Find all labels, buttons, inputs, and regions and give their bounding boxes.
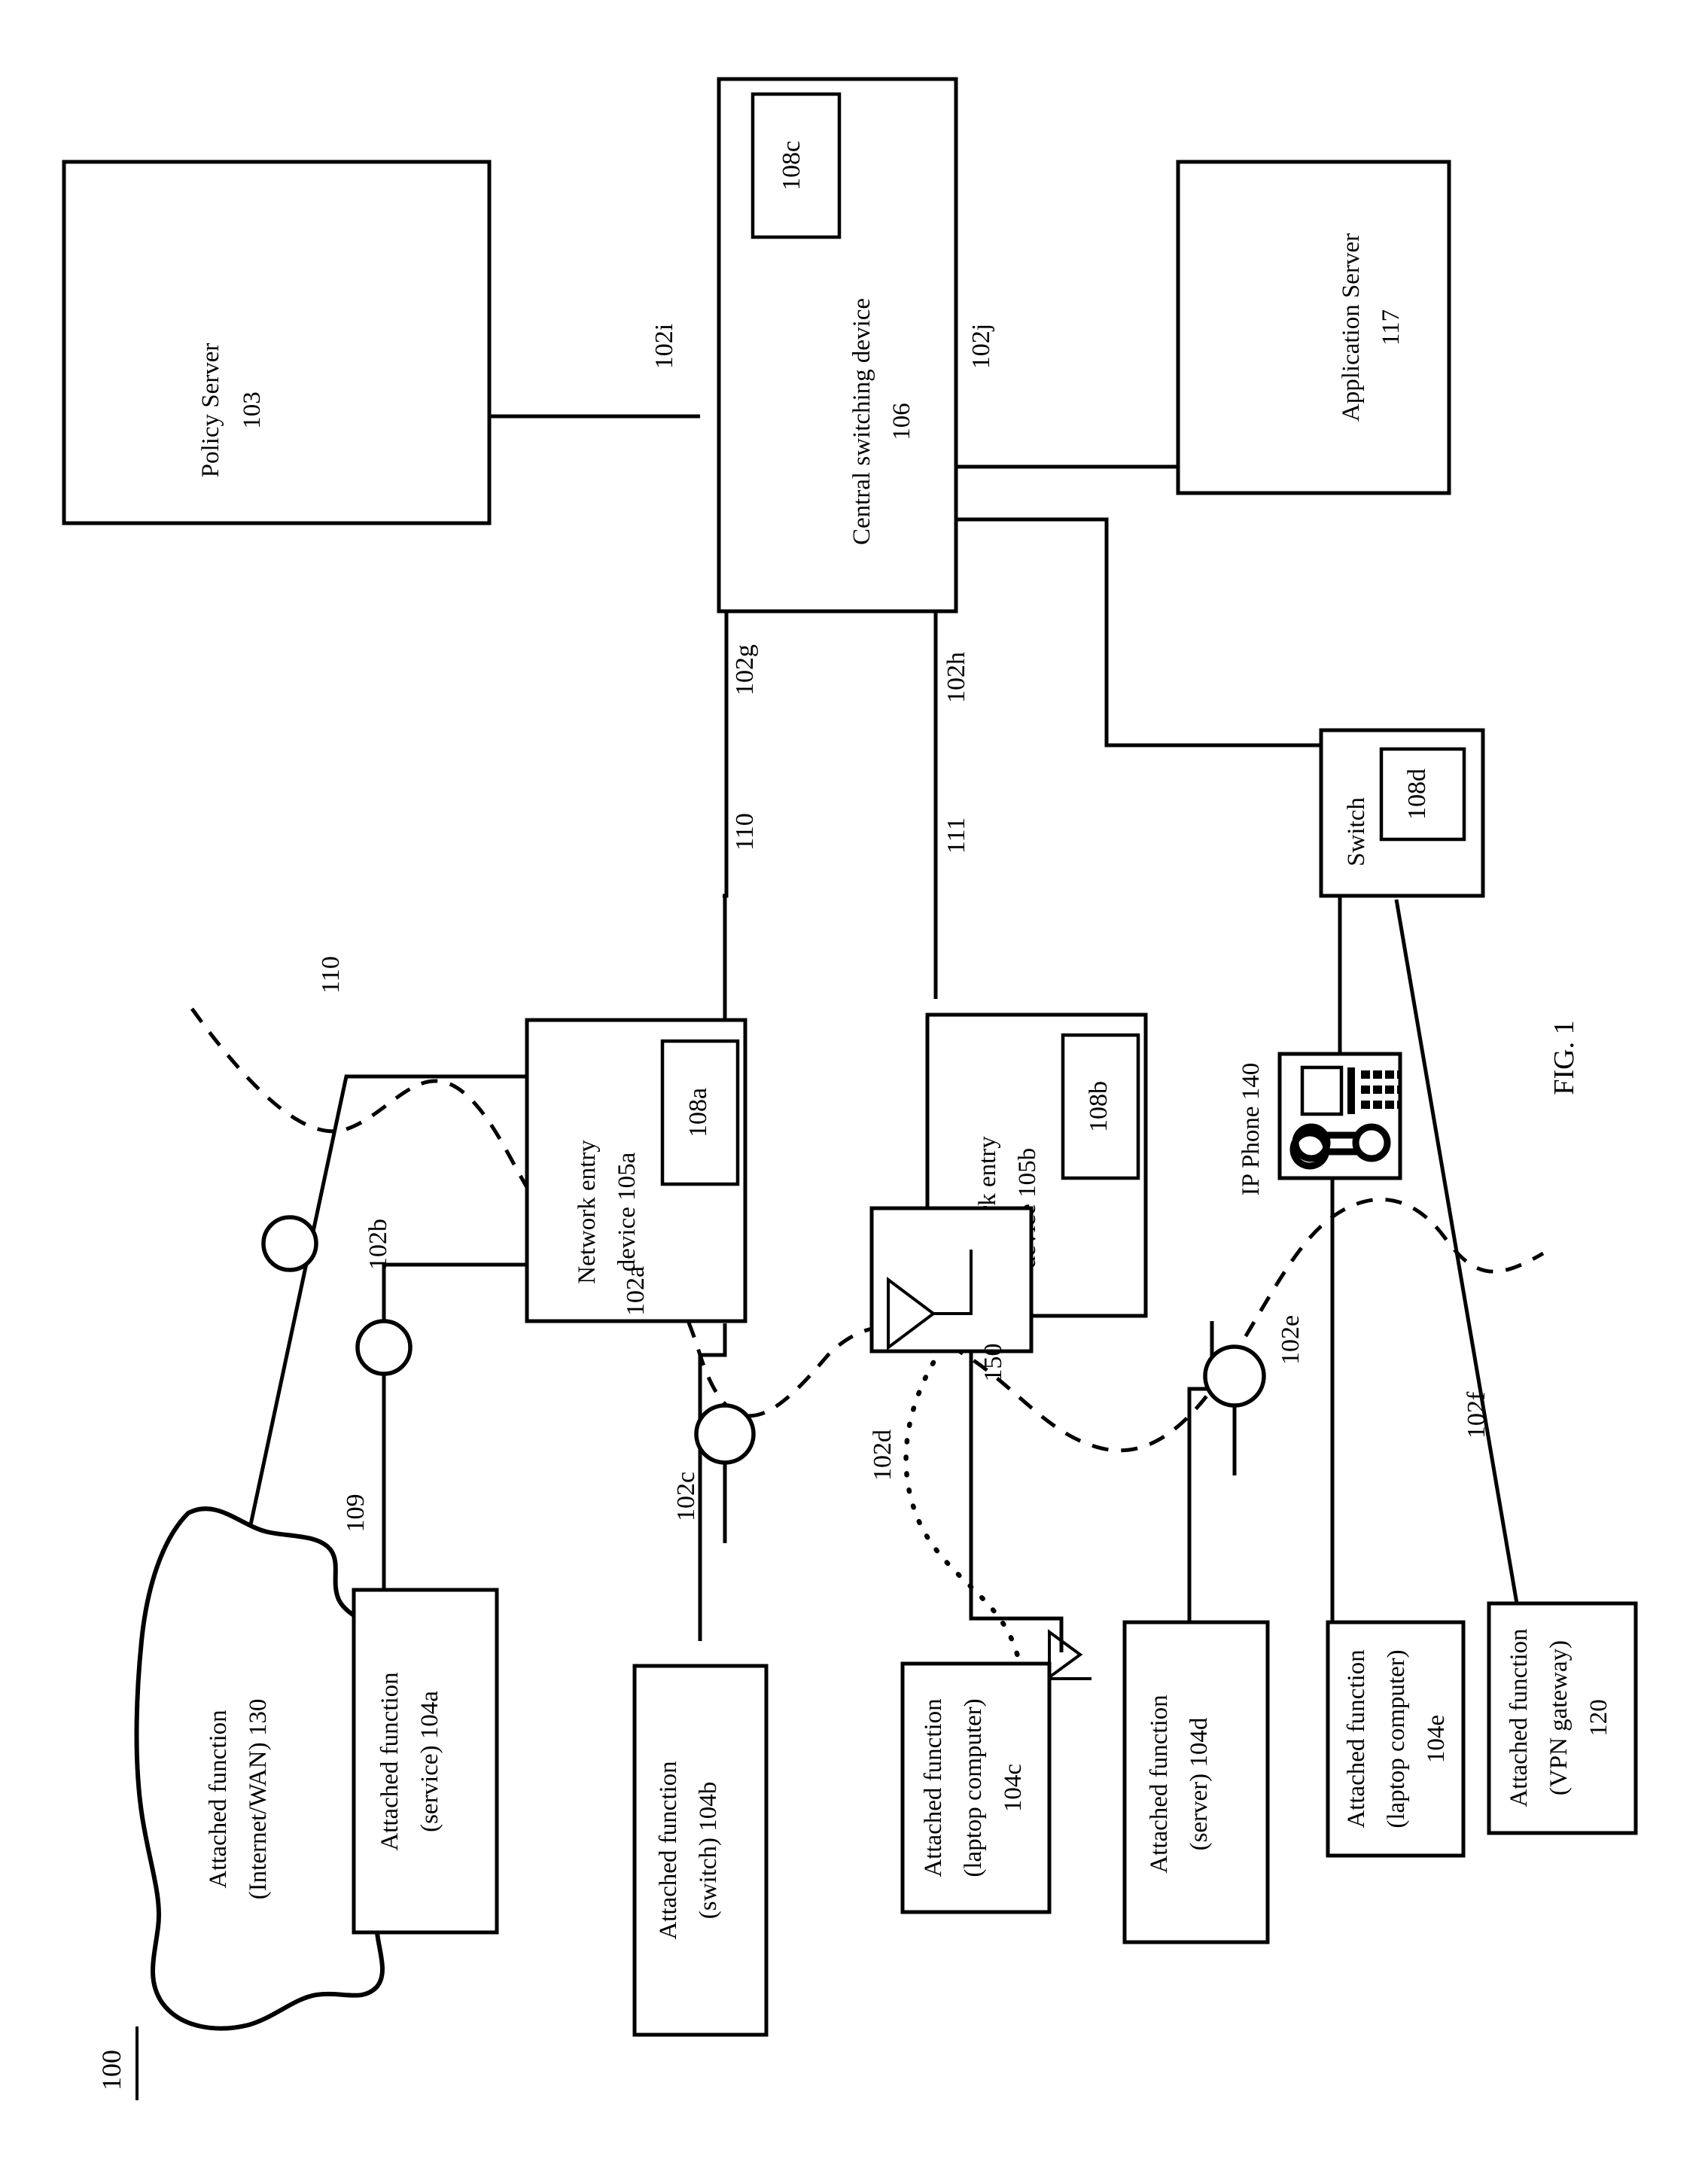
ip-phone-label: IP Phone 140 [1238,1063,1265,1196]
policy-server-node: Policy Server 103 [62,160,492,525]
ip-phone-display-icon [1300,1065,1344,1116]
ip-phone-node: IP Phone 140 [1238,1052,1402,1196]
attached-switch-label-1: Attached function [655,1761,682,1939]
label-102d: 102d [869,1430,897,1481]
attached-function-laptop-c-node: Attached function (laptop computer) 104c [900,1661,1052,1914]
label-102c: 102c [672,1472,700,1521]
label-102j: 102j [967,324,995,369]
central-switching-device-label-1: Central switching device [848,298,875,545]
label-110-mid: 110 [731,813,759,851]
attached-function-switch-node: Attached function (switch) 104b [632,1664,769,2037]
network-entry-device-a-label-2: device 105a [613,1152,641,1271]
application-server-label-2: 117 [1378,309,1405,346]
attached-server-label-1: Attached function [1146,1695,1173,1873]
system-number-label: 100 [96,2050,126,2090]
label-111: 111 [942,818,970,854]
label-102e: 102e [1277,1315,1305,1365]
label-102i: 102i [650,324,678,369]
label-110-left: 110 [317,956,345,994]
link-marker-102a [261,1215,318,1272]
link-marker-102c [694,1403,756,1465]
module-108b-label: 108b [1085,1081,1113,1132]
link-marker-102e [1203,1344,1266,1408]
label-102g: 102g [731,644,759,696]
figure-caption: FIG. 1 [1548,1020,1580,1095]
envelope-icon-104c [1048,1629,1091,1680]
link-central-to-switch [956,517,1321,748]
attached-vpn-label-2: (VPN gateway) [1545,1640,1573,1795]
application-server-node: Application Server 117 [1176,160,1451,495]
link-marker-102b [355,1319,413,1376]
central-switching-device-label-2: 106 [888,403,915,440]
attached-switch-label-2: (switch) 104b [695,1782,722,1919]
module-108c-label: 108c [778,141,805,190]
attached-function-laptop-e-node: Attached function (laptop computer) 104e [1326,1620,1466,1858]
switch-label: Switch [1343,797,1370,866]
central-switching-device-node: 108c Central switching device 106 [717,77,958,614]
application-server-label-1: Application Server [1338,233,1365,422]
module-108a-label: 108a [684,1088,712,1137]
label-102b: 102b [364,1219,392,1270]
attached-service-label-1: Attached function [376,1672,403,1850]
link-102b-line [382,1262,527,1588]
attached-server-label-2: (server) 104d [1186,1717,1213,1850]
attached-function-service-node: Attached function (service) 104a [352,1588,499,1935]
link-102c-line [698,1323,727,1641]
attached-function-server-node: Attached function (server) 104d [1122,1620,1270,1944]
system-number-100: 100 [96,2026,139,2100]
policy-server-label-1: Policy Server [197,343,224,478]
network-entry-device-a-label-1: Network entry [574,1140,601,1284]
attached-laptop-c-label-3: 104c [1000,1764,1027,1812]
attached-vpn-label-3: 120 [1585,1699,1612,1737]
attached-laptop-c-label-2: (laptop computer) [960,1698,987,1877]
attached-service-label-2: (service) 104a [416,1691,443,1832]
internet-wan-label-2: (Internet/WAN) 130 [245,1699,272,1900]
attached-function-vpn-gateway-node: Attached function (VPN gateway) 120 [1487,1601,1638,1835]
ip-phone-divider [1347,1067,1355,1114]
label-102f: 102f [1463,1391,1490,1439]
message-150-box [869,1206,1034,1353]
attached-vpn-label-1: Attached function [1506,1628,1533,1807]
internet-wan-label-1: Attached function [205,1710,232,1888]
attached-laptop-e-label-3: 104e [1423,1715,1450,1763]
attached-laptop-e-label-1: Attached function [1343,1649,1370,1828]
attached-laptop-c-label-1: Attached function [920,1698,947,1877]
link-102g-line [723,611,729,898]
policy-server-label-2: 103 [239,391,266,429]
patent-figure-1: Policy Server 103 108c Central switching… [0,0,1708,2168]
label-102h: 102h [942,652,970,703]
label-150: 150 [979,1344,1007,1382]
switch-node: 108d Switch [1319,728,1485,898]
link-110-left-line [248,1074,527,1529]
label-102a: 102a [622,1266,650,1316]
label-109: 109 [342,1494,370,1533]
attached-laptop-e-label-2: (laptop computer) [1383,1649,1410,1828]
module-108d-label: 108d [1403,769,1431,820]
